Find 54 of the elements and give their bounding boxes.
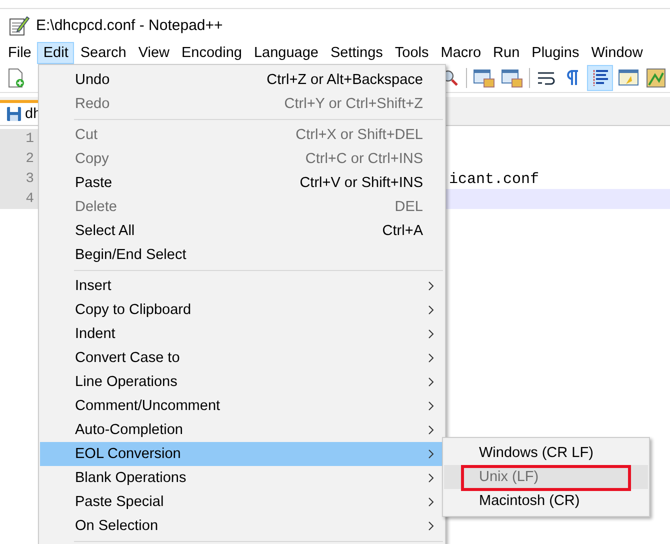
menu-item[interactable]: Insert (40, 274, 444, 298)
menu-bar-item[interactable]: Tools (388, 42, 435, 64)
menu-bar-item[interactable]: File (2, 42, 38, 64)
menu-item[interactable]: Undo Ctrl+Z or Alt+Backspace (40, 68, 444, 92)
menu-item[interactable]: Paste Ctrl+V or Shift+INS (40, 171, 444, 195)
menu-bar-item[interactable]: Run (487, 42, 526, 64)
line-number: 3 (0, 169, 38, 189)
menu-item[interactable]: EOL Conversion (40, 442, 444, 466)
menu-bar-item[interactable]: Window (585, 42, 649, 64)
chevron-right-icon (428, 377, 434, 387)
chevron-right-icon (428, 521, 434, 531)
chevron-right-icon (428, 305, 434, 315)
save-icon (6, 106, 22, 122)
line-number: 1 (0, 129, 38, 149)
menu-item[interactable]: Convert Case to (40, 346, 444, 370)
menu-item[interactable]: Paste Special (40, 490, 444, 514)
notepad-icon (8, 14, 30, 36)
window-icon[interactable] (618, 68, 640, 88)
indent-guide-icon[interactable] (588, 66, 612, 90)
menu-item[interactable]: Auto-Completion (40, 418, 444, 442)
window-lock-icon[interactable] (473, 68, 495, 88)
chevron-right-icon (428, 329, 434, 339)
menu-item[interactable]: Macintosh (CR) (444, 489, 648, 513)
menu-bar-item[interactable]: Language (248, 42, 324, 64)
menu-item[interactable]: Indent (40, 322, 444, 346)
line-number: 4 (0, 189, 38, 209)
menu-item[interactable]: Copy to Clipboard (40, 298, 444, 322)
chevron-right-icon (428, 473, 434, 483)
menu-item[interactable]: On Selection (40, 514, 444, 538)
new-file-icon[interactable] (6, 68, 26, 88)
window-lock-icon[interactable] (501, 68, 523, 88)
menu-bar-item[interactable]: Search (74, 42, 132, 64)
map-icon[interactable] (646, 68, 666, 88)
menu-item[interactable]: Begin/End Select (40, 243, 444, 267)
menu-bar-item[interactable]: Edit (37, 42, 74, 64)
menu-item[interactable]: Line Operations (40, 370, 444, 394)
menu-item[interactable]: Select All Ctrl+A (40, 219, 444, 243)
menu-item[interactable]: Blank Operations (40, 466, 444, 490)
menu-bar-item[interactable]: Plugins (526, 42, 586, 64)
window-title: E:\dhcpcd.conf - Notepad++ (36, 17, 223, 34)
chevron-right-icon (428, 281, 434, 291)
chevron-right-icon (428, 425, 434, 435)
chevron-right-icon (428, 401, 434, 411)
code-line: icant.conf (449, 170, 540, 188)
menu-bar-item[interactable]: Settings (324, 42, 389, 64)
menu-item[interactable]: Windows (CR LF) (444, 441, 648, 465)
menu-bar-item[interactable]: View (132, 42, 176, 64)
line-number: 2 (0, 149, 38, 169)
menu-bar-item[interactable]: Macro (434, 42, 488, 64)
chevron-right-icon (428, 353, 434, 363)
menu-bar-item[interactable]: Encoding (176, 42, 248, 64)
menu-item[interactable]: Comment/Uncomment (40, 394, 444, 418)
chevron-right-icon (428, 449, 434, 459)
chevron-right-icon (428, 497, 434, 507)
